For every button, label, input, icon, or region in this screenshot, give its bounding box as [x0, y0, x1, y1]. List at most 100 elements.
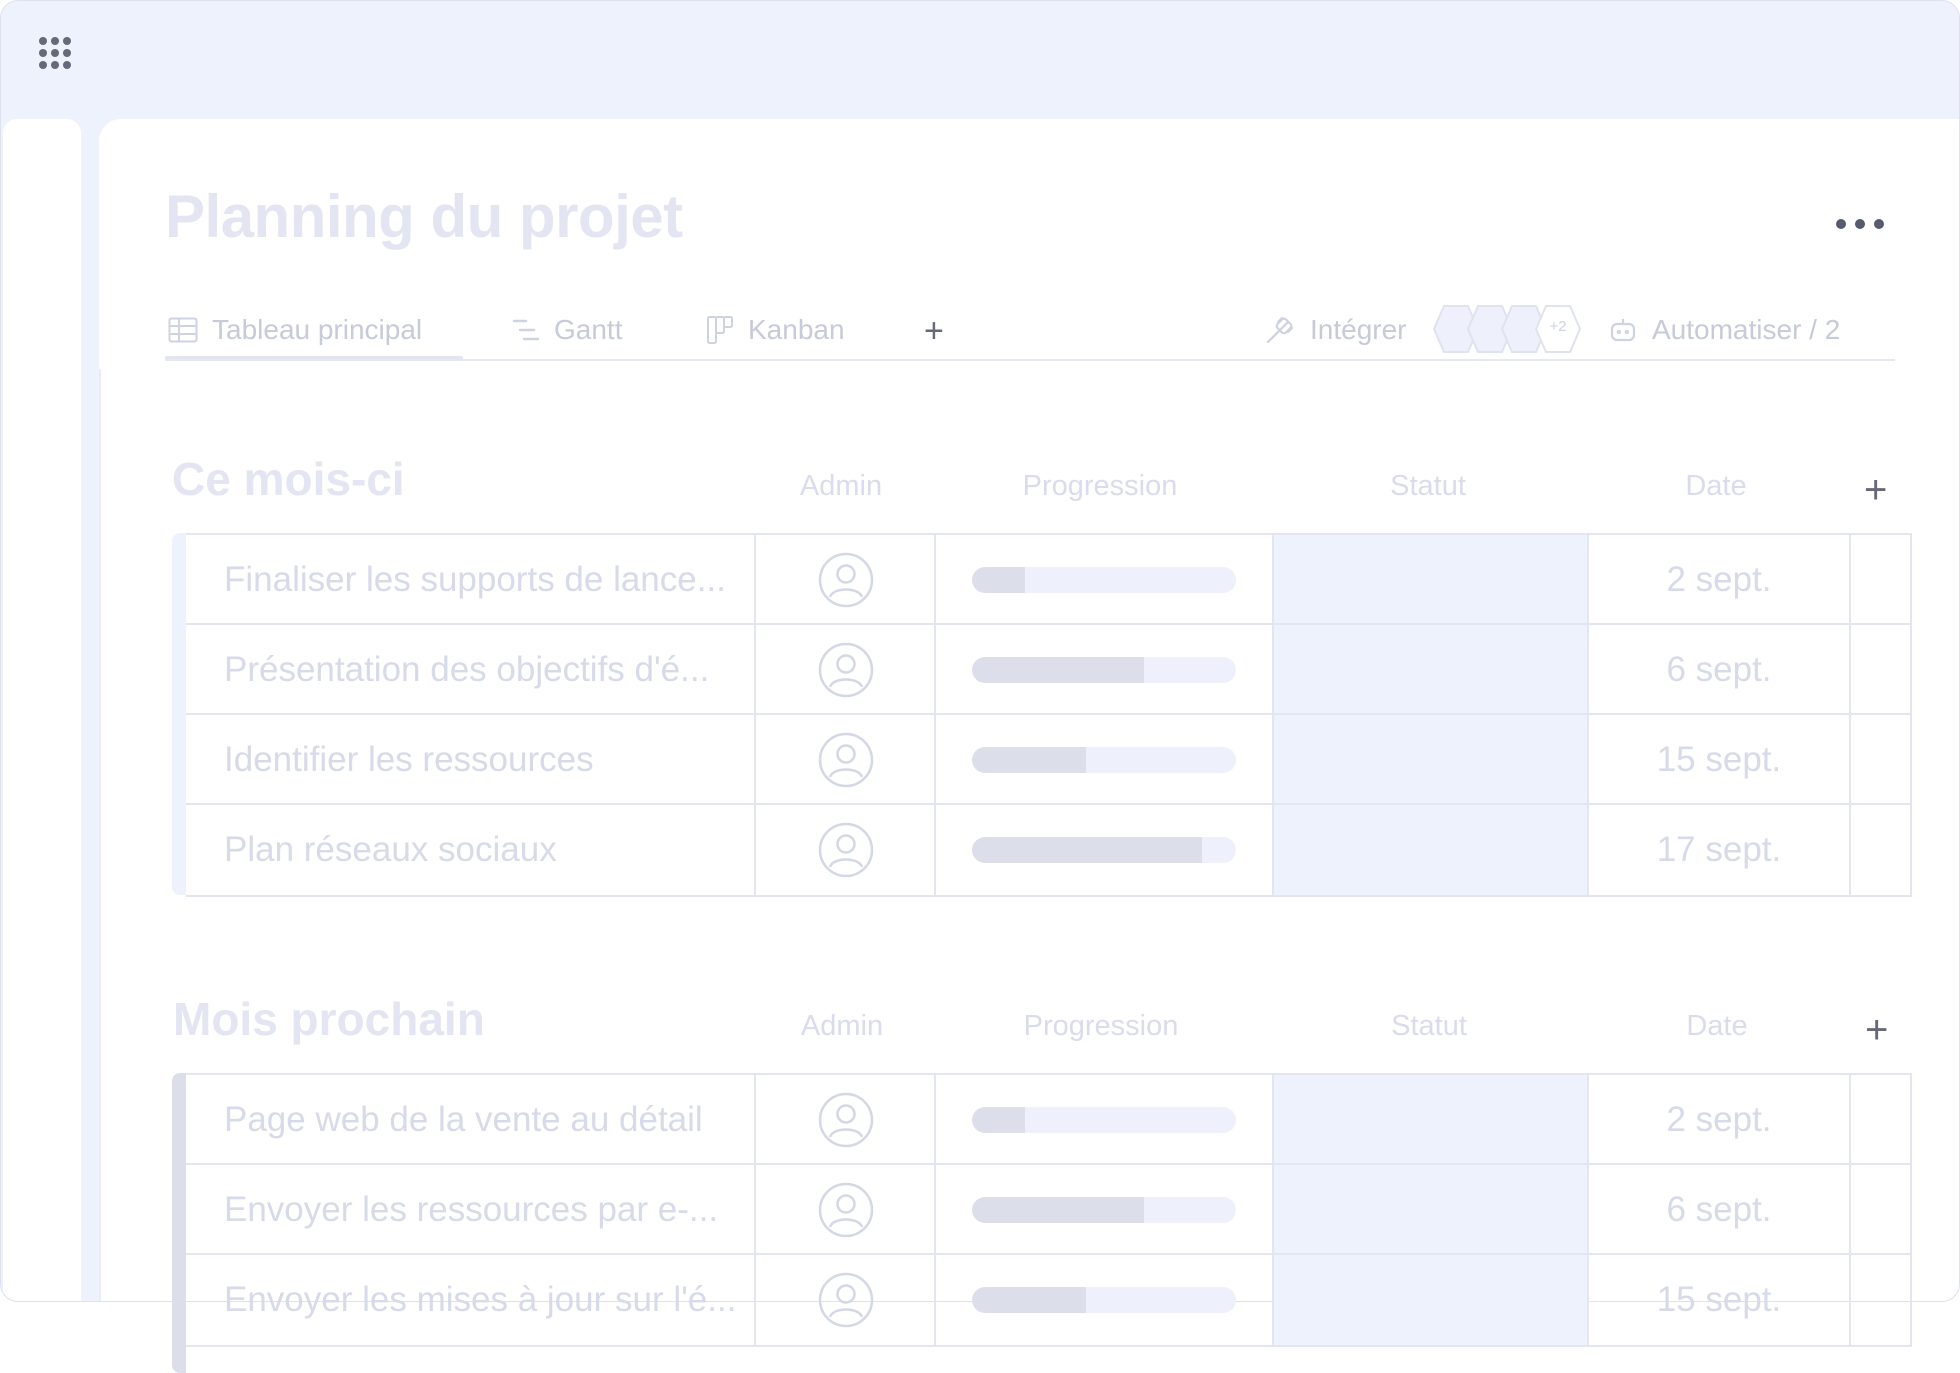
- empty-cell: [1851, 805, 1912, 895]
- status-cell[interactable]: [1274, 715, 1589, 805]
- avatar-icon[interactable]: [818, 732, 874, 788]
- column-header-status[interactable]: Statut: [1268, 470, 1588, 503]
- column-header-admin[interactable]: Admin: [767, 1010, 917, 1043]
- page-title: Planning du projet: [165, 183, 683, 250]
- progress-cell: [936, 715, 1274, 805]
- progress-bar: [972, 567, 1236, 593]
- progress-bar: [972, 657, 1236, 683]
- admin-cell[interactable]: [756, 805, 936, 895]
- empty-cell: [1851, 1255, 1912, 1345]
- date-cell[interactable]: 17 sept.: [1589, 805, 1851, 895]
- tab-main-table[interactable]: Tableau principal: [168, 310, 422, 350]
- status-cell[interactable]: [1274, 1075, 1589, 1165]
- more-apps-count: +2: [1549, 318, 1567, 335]
- progress-fill: [972, 1287, 1086, 1313]
- avatar-icon[interactable]: [818, 1092, 874, 1148]
- progress-cell: [936, 535, 1274, 625]
- apps-grid-icon[interactable]: [39, 37, 79, 77]
- progress-bar: [972, 837, 1236, 863]
- avatar-icon[interactable]: [818, 552, 874, 608]
- item-name[interactable]: Page web de la vente au détail: [186, 1075, 756, 1165]
- admin-cell[interactable]: [756, 625, 936, 715]
- table-row[interactable]: Envoyer les ressources par e-... 6 sept.: [186, 1163, 1912, 1255]
- progress-cell: [936, 625, 1274, 715]
- progress-bar: [972, 1197, 1236, 1223]
- admin-cell[interactable]: [756, 1075, 936, 1165]
- item-name[interactable]: Envoyer les ressources par e-...: [186, 1165, 756, 1255]
- add-column-button[interactable]: +: [1865, 1010, 1888, 1050]
- progress-cell: [936, 1165, 1274, 1255]
- admin-cell[interactable]: [756, 715, 936, 805]
- column-header-date[interactable]: Date: [1589, 1010, 1845, 1043]
- gantt-icon: [512, 319, 540, 341]
- column-header-date[interactable]: Date: [1588, 470, 1844, 503]
- status-cell[interactable]: [1274, 625, 1589, 715]
- progress-cell: [936, 1255, 1274, 1345]
- column-header-progress[interactable]: Progression: [950, 470, 1250, 503]
- kanban-icon: [707, 316, 733, 344]
- item-name[interactable]: Identifier les ressources: [186, 715, 756, 805]
- add-view-button[interactable]: +: [924, 314, 944, 348]
- status-cell[interactable]: [1274, 535, 1589, 625]
- tab-gantt[interactable]: Gantt: [512, 310, 622, 350]
- group-title[interactable]: Ce mois-ci: [172, 452, 405, 506]
- more-apps-badge[interactable]: +2: [1534, 304, 1582, 354]
- table-row[interactable]: Page web de la vente au détail 2 sept.: [186, 1073, 1912, 1165]
- progress-cell: [936, 805, 1274, 895]
- group-table: Finaliser les supports de lance... 2 sept…: [172, 533, 1912, 897]
- status-cell[interactable]: [1274, 1255, 1589, 1345]
- table-row[interactable]: Envoyer les mises à jour sur l'é... 15 se…: [186, 1253, 1912, 1347]
- admin-cell[interactable]: [756, 535, 936, 625]
- column-header-admin[interactable]: Admin: [766, 470, 916, 503]
- tab-label: Kanban: [748, 314, 845, 345]
- item-name[interactable]: Plan réseaux sociaux: [186, 805, 756, 895]
- table-row[interactable]: Finaliser les supports de lance... 2 sept…: [186, 533, 1912, 625]
- tab-label: Tableau principal: [212, 314, 423, 345]
- automate-button[interactable]: Automatiser / 2: [1608, 310, 1840, 350]
- integrate-button[interactable]: Intégrer: [1264, 310, 1407, 350]
- empty-cell: [1851, 1165, 1912, 1255]
- admin-cell[interactable]: [756, 1255, 936, 1345]
- item-name[interactable]: Envoyer les mises à jour sur l'é...: [186, 1255, 756, 1345]
- tab-label: Gantt: [554, 314, 623, 345]
- progress-fill: [972, 1107, 1025, 1133]
- date-cell[interactable]: 6 sept.: [1589, 625, 1851, 715]
- table-row[interactable]: Présentation des objectifs d'é... 6 sept.: [186, 623, 1912, 715]
- plug-icon: [1266, 316, 1294, 344]
- admin-cell[interactable]: [756, 1165, 936, 1255]
- more-options-icon[interactable]: [1832, 212, 1888, 234]
- avatar-icon[interactable]: [818, 1272, 874, 1328]
- empty-cell: [1851, 535, 1912, 625]
- left-sidebar: [3, 119, 81, 1301]
- table-icon: [168, 317, 198, 343]
- date-cell[interactable]: 2 sept.: [1589, 1075, 1851, 1165]
- progress-fill: [972, 657, 1144, 683]
- item-name[interactable]: Finaliser les supports de lance...: [186, 535, 756, 625]
- empty-cell: [1851, 625, 1912, 715]
- date-cell[interactable]: 15 sept.: [1589, 1255, 1851, 1345]
- progress-fill: [972, 567, 1025, 593]
- group-color-bar: [172, 533, 186, 895]
- date-cell[interactable]: 15 sept.: [1589, 715, 1851, 805]
- avatar-icon[interactable]: [818, 642, 874, 698]
- progress-bar: [972, 747, 1236, 773]
- table-row[interactable]: Identifier les ressources 15 sept.: [186, 713, 1912, 805]
- avatar-icon[interactable]: [818, 822, 874, 878]
- group-title[interactable]: Mois prochain: [173, 992, 485, 1046]
- date-cell[interactable]: 2 sept.: [1589, 535, 1851, 625]
- item-name[interactable]: Présentation des objectifs d'é...: [186, 625, 756, 715]
- avatar-icon[interactable]: [818, 1182, 874, 1238]
- status-cell[interactable]: [1274, 1165, 1589, 1255]
- robot-icon: [1610, 319, 1636, 342]
- add-column-button[interactable]: +: [1864, 470, 1887, 510]
- table-row[interactable]: Plan réseaux sociaux 17 sept.: [186, 803, 1912, 897]
- date-cell[interactable]: 6 sept.: [1589, 1165, 1851, 1255]
- progress-fill: [972, 747, 1086, 773]
- group-color-bar: [172, 1073, 186, 1373]
- status-cell[interactable]: [1274, 805, 1589, 895]
- progress-fill: [972, 1197, 1144, 1223]
- column-header-status[interactable]: Statut: [1269, 1010, 1589, 1043]
- tab-kanban[interactable]: Kanban: [706, 310, 845, 350]
- progress-bar: [972, 1287, 1236, 1313]
- column-header-progress[interactable]: Progression: [951, 1010, 1251, 1043]
